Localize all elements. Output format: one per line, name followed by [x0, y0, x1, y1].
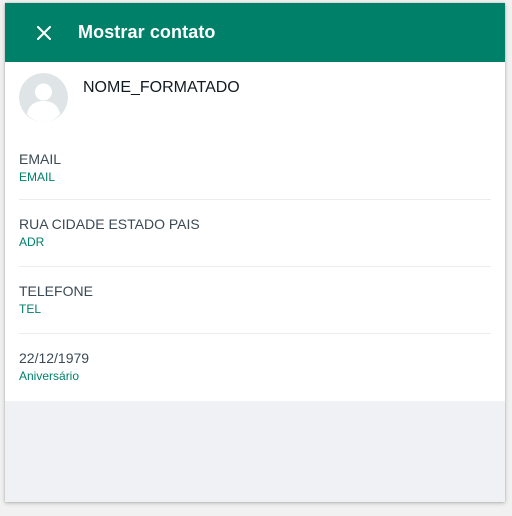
drawer-title: Mostrar contato — [78, 22, 216, 42]
contact-name: NOME_FORMATADO — [83, 79, 240, 96]
field-label: ADR — [19, 235, 45, 249]
drawer-header: Mostrar contato — [5, 3, 505, 62]
contact-info-drawer: Mostrar contato NOME_FORMATADO EMAIL EMA… — [5, 3, 505, 502]
field-phone: TELEFONE TEL — [19, 267, 491, 334]
close-icon — [37, 25, 51, 40]
field-label: EMAIL — [19, 170, 56, 184]
field-label: Aniversário — [19, 369, 80, 383]
field-email: EMAIL EMAIL — [19, 134, 491, 200]
field-value: TELEFONE — [19, 283, 93, 299]
field-value: EMAIL — [19, 151, 62, 167]
close-button[interactable] — [32, 21, 56, 45]
contact-details: NOME_FORMATADO EMAIL EMAIL RUA CIDADE ES… — [5, 62, 505, 401]
default-avatar-icon — [19, 73, 68, 122]
field-address: RUA CIDADE ESTADO PAIS ADR — [19, 200, 491, 267]
field-label: TEL — [19, 302, 42, 316]
field-value: RUA CIDADE ESTADO PAIS — [19, 216, 200, 232]
field-birthday: 22/12/1979 Aniversário — [19, 334, 491, 401]
field-value: 22/12/1979 — [19, 350, 90, 366]
contact-summary: NOME_FORMATADO — [19, 62, 491, 134]
avatar — [19, 73, 68, 122]
